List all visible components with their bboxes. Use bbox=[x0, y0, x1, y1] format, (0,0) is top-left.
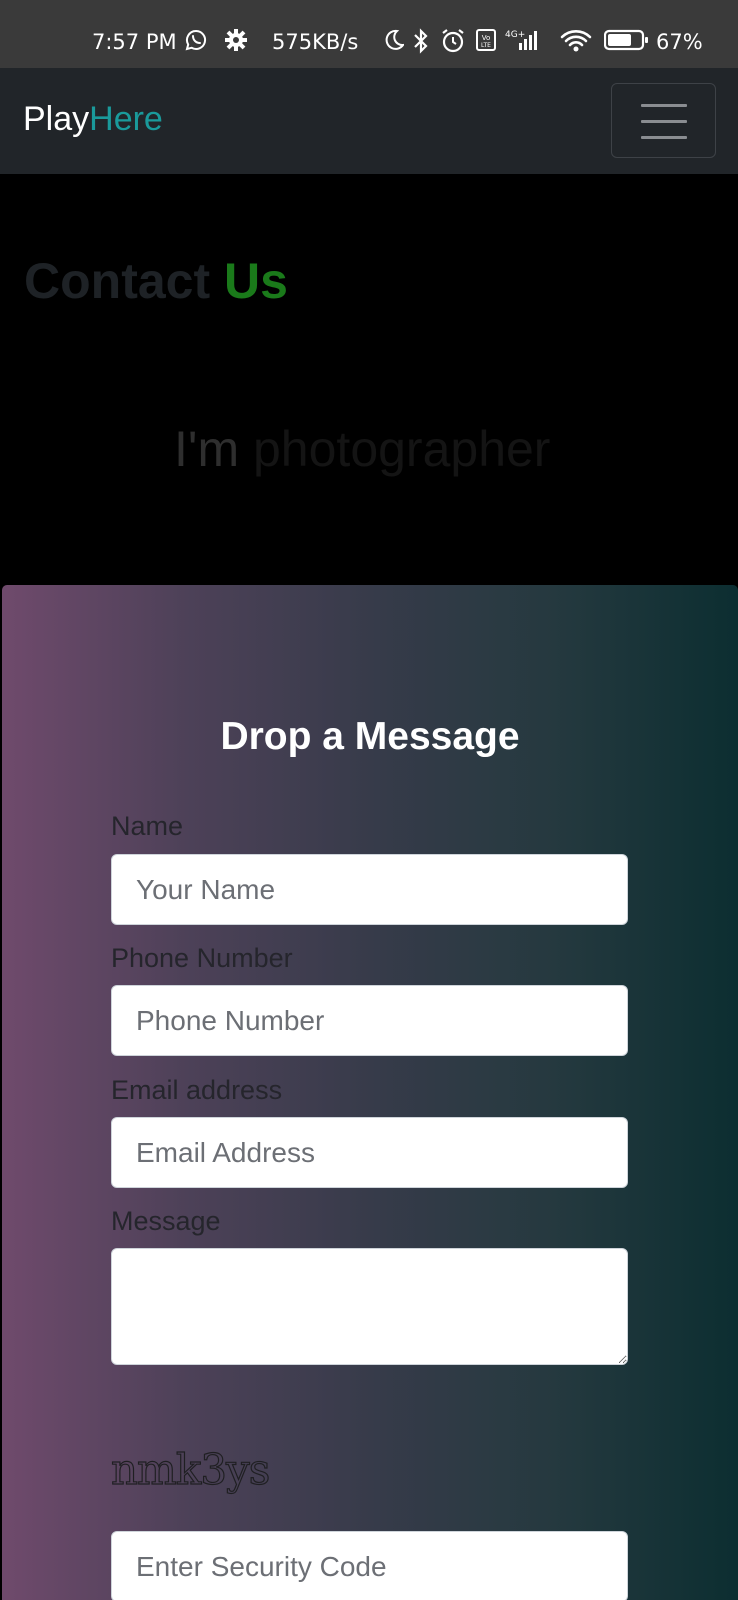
subtitle-typed-word: photographer bbox=[253, 421, 551, 477]
page-title: Contact Us bbox=[24, 252, 288, 310]
subtitle-im: I'm bbox=[174, 421, 240, 477]
navbar-toggle-button[interactable] bbox=[611, 83, 716, 158]
message-label: Message bbox=[111, 1206, 221, 1236]
phone-label: Phone Number bbox=[111, 943, 293, 973]
message-textarea[interactable] bbox=[111, 1248, 628, 1365]
name-input[interactable] bbox=[111, 854, 628, 925]
contact-form-section: Drop a Message Name Phone Number Email a… bbox=[2, 585, 738, 1600]
email-label: Email address bbox=[111, 1075, 283, 1105]
svg-text:Vo: Vo bbox=[482, 34, 491, 42]
security-code-input[interactable] bbox=[111, 1531, 628, 1600]
alarm-icon bbox=[442, 29, 464, 53]
settings-icon bbox=[225, 29, 247, 51]
svg-text:4G+: 4G+ bbox=[505, 30, 525, 40]
brand-logo[interactable]: PlayHere bbox=[23, 100, 163, 139]
name-label: Name bbox=[111, 811, 184, 841]
status-time: 7:57 PM bbox=[92, 30, 177, 54]
navbar: PlayHere bbox=[0, 68, 738, 174]
whatsapp-icon bbox=[185, 29, 207, 51]
bluetooth-icon bbox=[414, 28, 428, 54]
hero-subtitle: I'm photographer bbox=[174, 420, 550, 478]
moon-icon bbox=[385, 29, 404, 50]
battery-percent: 67% bbox=[656, 30, 703, 54]
brand-part-play: Play bbox=[23, 100, 90, 138]
brand-part-here: Here bbox=[89, 100, 163, 138]
form-title: Drop a Message bbox=[220, 715, 520, 758]
network-speed: 575KB/s bbox=[272, 30, 359, 54]
captcha-image: nmk3ys bbox=[110, 1444, 271, 1494]
battery-icon bbox=[604, 29, 648, 51]
svg-text:LTE: LTE bbox=[481, 42, 491, 49]
title-us: Us bbox=[224, 253, 288, 309]
wifi-icon bbox=[560, 30, 592, 52]
volte-icon: Vo LTE bbox=[476, 29, 496, 51]
email-input[interactable] bbox=[111, 1117, 628, 1188]
status-bar: 7:57 PM 575KB/s Vo LTE 4G+ 67% bbox=[0, 0, 738, 68]
title-contact: Contact bbox=[24, 253, 211, 309]
signal-icon: 4G+ bbox=[505, 30, 537, 50]
phone-input[interactable] bbox=[111, 985, 628, 1056]
